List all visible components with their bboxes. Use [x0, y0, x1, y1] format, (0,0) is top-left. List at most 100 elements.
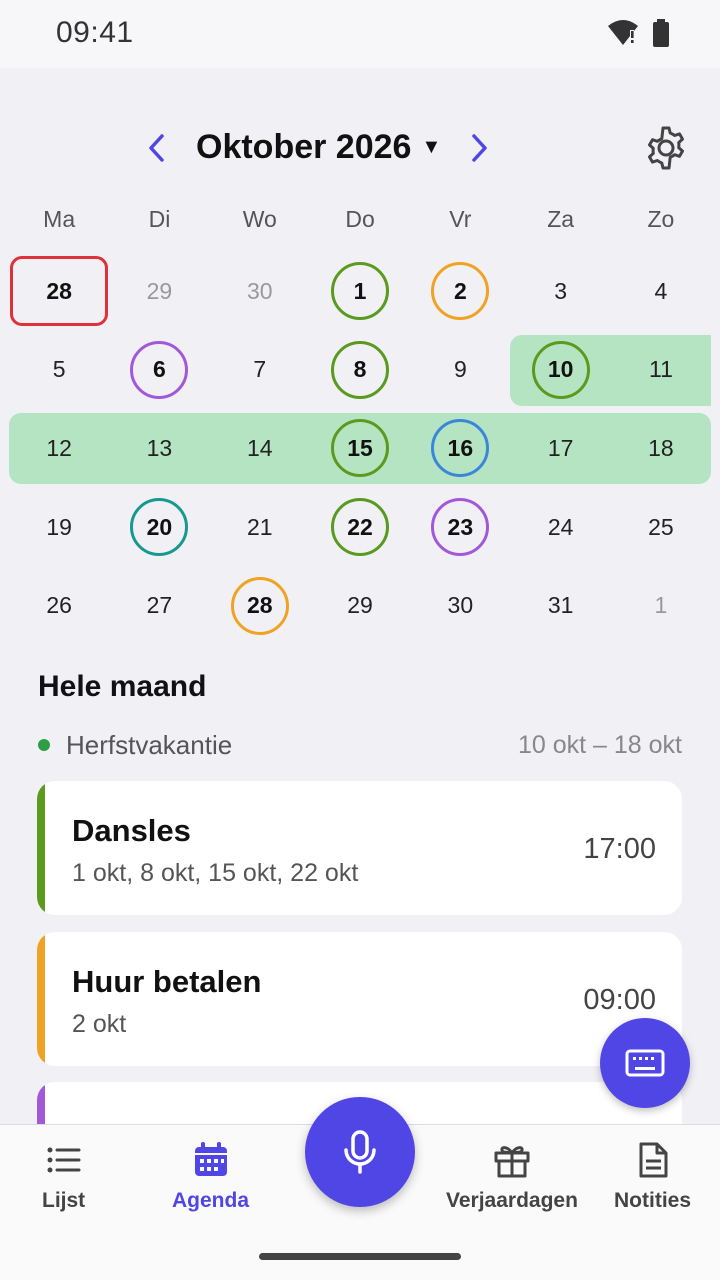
status-bar: 09:41 — [0, 0, 720, 68]
day-number: 3 — [554, 277, 568, 304]
calendar-day[interactable]: 4 — [611, 252, 711, 331]
previous-month-button[interactable] — [140, 126, 172, 170]
keyboard-icon — [625, 1049, 665, 1077]
day-number: 17 — [547, 434, 574, 461]
day-number: 29 — [347, 592, 373, 619]
list-icon — [47, 1147, 81, 1173]
nav-item-notities[interactable]: Notities — [614, 1141, 691, 1213]
holiday-row[interactable]: Herfstvakantie 10 okt – 18 okt — [38, 728, 682, 762]
day-number: 19 — [46, 513, 72, 540]
calendar-grid: 28 29 30 1 2 3 4 5 6 7 8 9 10 11 12 13 14 15 16 17 18 19 20 21 2… — [9, 252, 711, 645]
month-section-title: Hele maand — [38, 670, 207, 703]
calendar-day[interactable]: 28 — [210, 566, 310, 645]
home-indicator[interactable] — [259, 1253, 461, 1260]
day-number: 20 — [146, 513, 173, 540]
calendar-day[interactable]: 19 — [9, 488, 109, 567]
calendar-day[interactable]: 21 — [210, 488, 310, 567]
calendar-day[interactable]: 23 — [410, 488, 510, 567]
weekday-label: Ma — [43, 206, 76, 232]
chevron-left-icon — [149, 134, 164, 162]
day-number: 8 — [353, 356, 367, 383]
calendar-day[interactable]: 16 — [410, 409, 510, 488]
day-number: 21 — [246, 513, 273, 540]
calendar-day[interactable]: 17 — [510, 409, 610, 488]
weekday-label: Wo — [242, 206, 277, 232]
calendar-day[interactable]: 30 — [210, 252, 310, 331]
day-number: 6 — [153, 356, 166, 383]
day-number: 14 — [246, 434, 273, 461]
status-time: 09:41 — [56, 16, 134, 49]
status-icons — [606, 18, 670, 48]
nav-label: Agenda — [172, 1189, 250, 1212]
day-number: 23 — [447, 513, 474, 540]
holiday-dot — [38, 739, 50, 751]
calendar-day[interactable]: 26 — [9, 566, 109, 645]
day-number: 1 — [654, 592, 668, 619]
day-number: 10 — [547, 356, 574, 383]
weekday-label: Do — [345, 206, 375, 232]
calendar-day[interactable]: 6 — [109, 331, 209, 410]
nav-item-agenda[interactable]: Agenda — [172, 1141, 249, 1213]
calendar-day-today[interactable]: 28 — [9, 252, 109, 331]
next-month-button[interactable] — [464, 126, 496, 170]
calendar-day[interactable]: 8 — [310, 331, 410, 410]
event-card[interactable]: Dansles 1 okt, 8 okt, 15 okt, 22 okt 17:… — [37, 781, 682, 915]
calendar-day[interactable]: 1 — [611, 566, 711, 645]
day-number: 30 — [447, 592, 474, 619]
gear-icon — [648, 126, 684, 170]
calendar-day[interactable]: 25 — [611, 488, 711, 567]
calendar-day[interactable]: 15 — [310, 409, 410, 488]
microphone-icon — [344, 1130, 376, 1174]
day-number: 22 — [347, 513, 373, 540]
voice-input-button[interactable] — [305, 1097, 415, 1207]
day-number: 4 — [654, 277, 668, 304]
calendar-day[interactable]: 12 — [9, 409, 109, 488]
calendar-day[interactable]: 3 — [510, 252, 610, 331]
calendar-day[interactable]: 5 — [9, 331, 109, 410]
month-selector[interactable]: Oktober 2026 ▼ — [196, 128, 441, 167]
calendar-day[interactable]: 7 — [210, 331, 310, 410]
keyboard-input-button[interactable] — [600, 1018, 690, 1108]
battery-icon — [653, 19, 669, 47]
calendar-day[interactable]: 29 — [109, 252, 209, 331]
day-number: 27 — [146, 592, 173, 619]
calendar-day[interactable]: 13 — [109, 409, 209, 488]
event-time: 17:00 — [583, 833, 656, 865]
wifi-alert-icon — [608, 20, 638, 45]
calendar-day[interactable]: 29 — [310, 566, 410, 645]
day-number: 11 — [648, 356, 673, 383]
event-title: Dansles — [72, 813, 191, 848]
calendar-day[interactable]: 30 — [410, 566, 510, 645]
day-number: 2 — [453, 277, 467, 304]
event-color-bar — [37, 781, 45, 915]
calendar-day[interactable]: 24 — [510, 488, 610, 567]
calendar-day[interactable]: 18 — [611, 409, 711, 488]
event-title: Huur betalen — [72, 964, 262, 999]
event-card[interactable]: Huur betalen 2 okt 09:00 — [37, 932, 682, 1066]
calendar-day[interactable]: 27 — [109, 566, 209, 645]
chevron-right-icon — [472, 134, 487, 162]
day-number: 9 — [453, 356, 467, 383]
calendar-day[interactable]: 2 — [410, 252, 510, 331]
calendar-week-row: 28 29 30 1 2 3 4 — [9, 252, 711, 331]
calendar-day[interactable]: 22 — [310, 488, 410, 567]
calendar-day[interactable]: 11 — [611, 331, 711, 410]
calendar-icon — [194, 1142, 227, 1176]
nav-label: Notities — [614, 1189, 692, 1212]
calendar-day[interactable]: 9 — [410, 331, 510, 410]
day-number: 15 — [347, 434, 373, 461]
settings-button[interactable] — [642, 124, 690, 172]
calendar-day[interactable]: 20 — [109, 488, 209, 567]
calendar-day[interactable]: 1 — [310, 252, 410, 331]
calendar-day[interactable]: 31 — [510, 566, 610, 645]
calendar-day[interactable]: 10 — [510, 331, 610, 410]
day-number: 30 — [246, 277, 273, 304]
calendar-day[interactable]: 14 — [210, 409, 310, 488]
day-number: 28 — [46, 277, 72, 304]
day-number: 28 — [246, 592, 273, 619]
nav-item-verjaardagen[interactable]: Verjaardagen — [446, 1141, 578, 1213]
nav-item-lijst[interactable]: Lijst — [42, 1141, 85, 1213]
day-number: 31 — [547, 592, 574, 619]
day-number: 16 — [447, 434, 474, 461]
month-label: Oktober 2026 — [196, 128, 412, 166]
